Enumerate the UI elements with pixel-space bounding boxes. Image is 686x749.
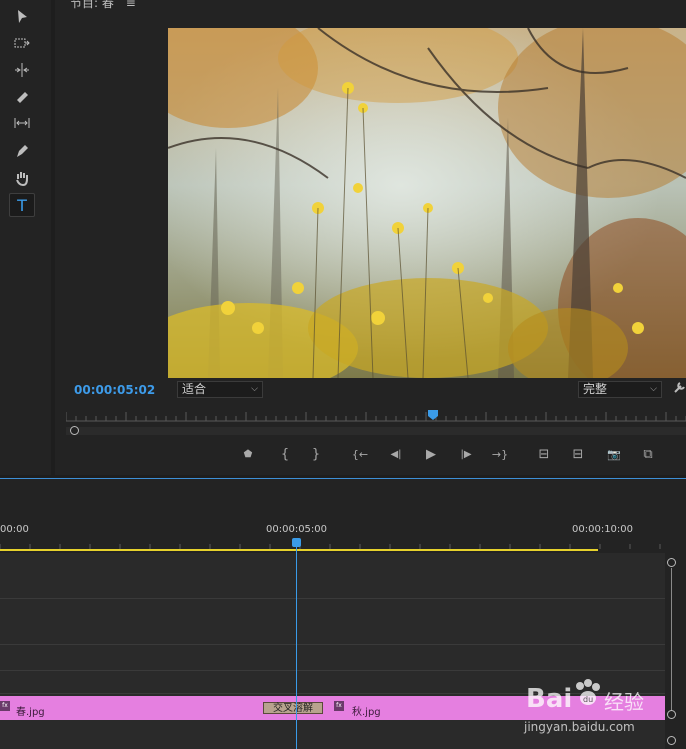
cross-dissolve-transition[interactable]: 交叉溶解 [263, 702, 323, 714]
timeline-playhead-line[interactable] [296, 540, 297, 749]
hand-tool-icon[interactable] [10, 167, 34, 189]
transport-controls: ⬟ { } {← ◀| ▶ |▶ →} ⊟ ⊟ 📷 ⧉ [230, 444, 686, 466]
track-select-tool-icon[interactable] [10, 32, 34, 54]
compare-icon: ⧉ [643, 446, 653, 462]
panel-menu-icon[interactable]: ≡ [126, 0, 136, 10]
chevron-down-icon: ⌵ [650, 384, 657, 394]
slip-tool-icon[interactable] [10, 112, 34, 134]
fit-select-value: 适合 [182, 382, 207, 396]
timecode-start: 00:00 [0, 524, 29, 535]
step-forward-button[interactable]: |▶ [456, 444, 476, 464]
insert-icon: ⊟ [538, 446, 550, 462]
comparison-view-button[interactable]: ⧉ [638, 444, 658, 464]
program-timecode[interactable]: 00:00:05:02 [74, 383, 155, 397]
marker-icon: ⬟ [243, 448, 253, 460]
paw-icon: du [572, 678, 602, 708]
monitor-title-text: 节目: 春 [70, 0, 114, 10]
track-separator [0, 670, 665, 671]
mark-out-icon: } [311, 446, 321, 462]
play-button[interactable]: ▶ [421, 444, 441, 464]
svg-text:du: du [583, 695, 593, 704]
go-to-in-button[interactable]: {← [350, 444, 370, 464]
ripple-edit-tool-icon[interactable] [10, 59, 34, 81]
chevron-down-icon: ⌵ [251, 384, 258, 394]
video-frame [168, 28, 686, 378]
timecode-10s: 00:00:10:00 [572, 524, 634, 535]
work-area-bar[interactable] [0, 549, 598, 551]
selection-tool-icon[interactable] [10, 6, 34, 28]
quality-select[interactable]: 完整 ⌵ [578, 381, 662, 398]
step-back-icon: ◀| [390, 448, 402, 460]
fx-badge-icon: fx [334, 701, 344, 711]
mark-out-button[interactable]: } [306, 444, 326, 464]
watermark-url: jingyan.baidu.com [524, 720, 635, 734]
quality-select-value: 完整 [583, 382, 608, 396]
clip-label-spring[interactable]: 春.jpg [16, 703, 45, 718]
razor-tool-icon[interactable] [10, 86, 34, 108]
add-marker-button[interactable]: ⬟ [238, 444, 258, 464]
watermark-brand: Bai [526, 684, 573, 714]
camera-icon: 📷 [607, 447, 621, 461]
play-icon: ▶ [426, 446, 436, 462]
type-tool-icon[interactable]: T [9, 193, 35, 217]
fit-select[interactable]: 适合 ⌵ [177, 381, 263, 398]
scroll-handle-left[interactable] [70, 426, 79, 435]
settings-wrench-icon[interactable] [673, 381, 686, 397]
clip-label-autumn[interactable]: 秋.jpg [352, 703, 381, 718]
export-frame-button[interactable]: 📷 [604, 444, 624, 464]
step-forward-icon: |▶ [460, 448, 472, 460]
timeline-playhead[interactable] [292, 538, 301, 547]
monitor-title: 节目: 春 ≡ [70, 0, 136, 11]
mark-in-icon: { [280, 446, 290, 462]
overwrite-button[interactable]: ⊟ [568, 444, 588, 464]
baidu-jingyan-watermark: Bai du 经验 jingyan.baidu.com [520, 676, 686, 749]
mark-in-button[interactable]: { [275, 444, 295, 464]
overwrite-icon: ⊟ [572, 446, 584, 462]
fx-badge-icon: fx [0, 701, 10, 711]
go-to-in-icon: {← [351, 447, 369, 461]
monitor-scroll-bar[interactable] [66, 426, 686, 435]
pen-tool-icon[interactable] [10, 140, 34, 162]
scroll-handle-top[interactable] [667, 558, 676, 567]
tools-panel: T [0, 0, 51, 475]
timecode-5s: 00:00:05:00 [266, 524, 328, 535]
go-to-out-icon: →} [491, 447, 509, 461]
watermark-jingyan: 经验 [604, 690, 644, 714]
track-separator [0, 598, 665, 599]
monitor-time-ruler[interactable] [66, 408, 686, 422]
step-back-button[interactable]: ◀| [386, 444, 406, 464]
go-to-out-button[interactable]: →} [490, 444, 510, 464]
track-separator [0, 644, 665, 645]
insert-button[interactable]: ⊟ [534, 444, 554, 464]
